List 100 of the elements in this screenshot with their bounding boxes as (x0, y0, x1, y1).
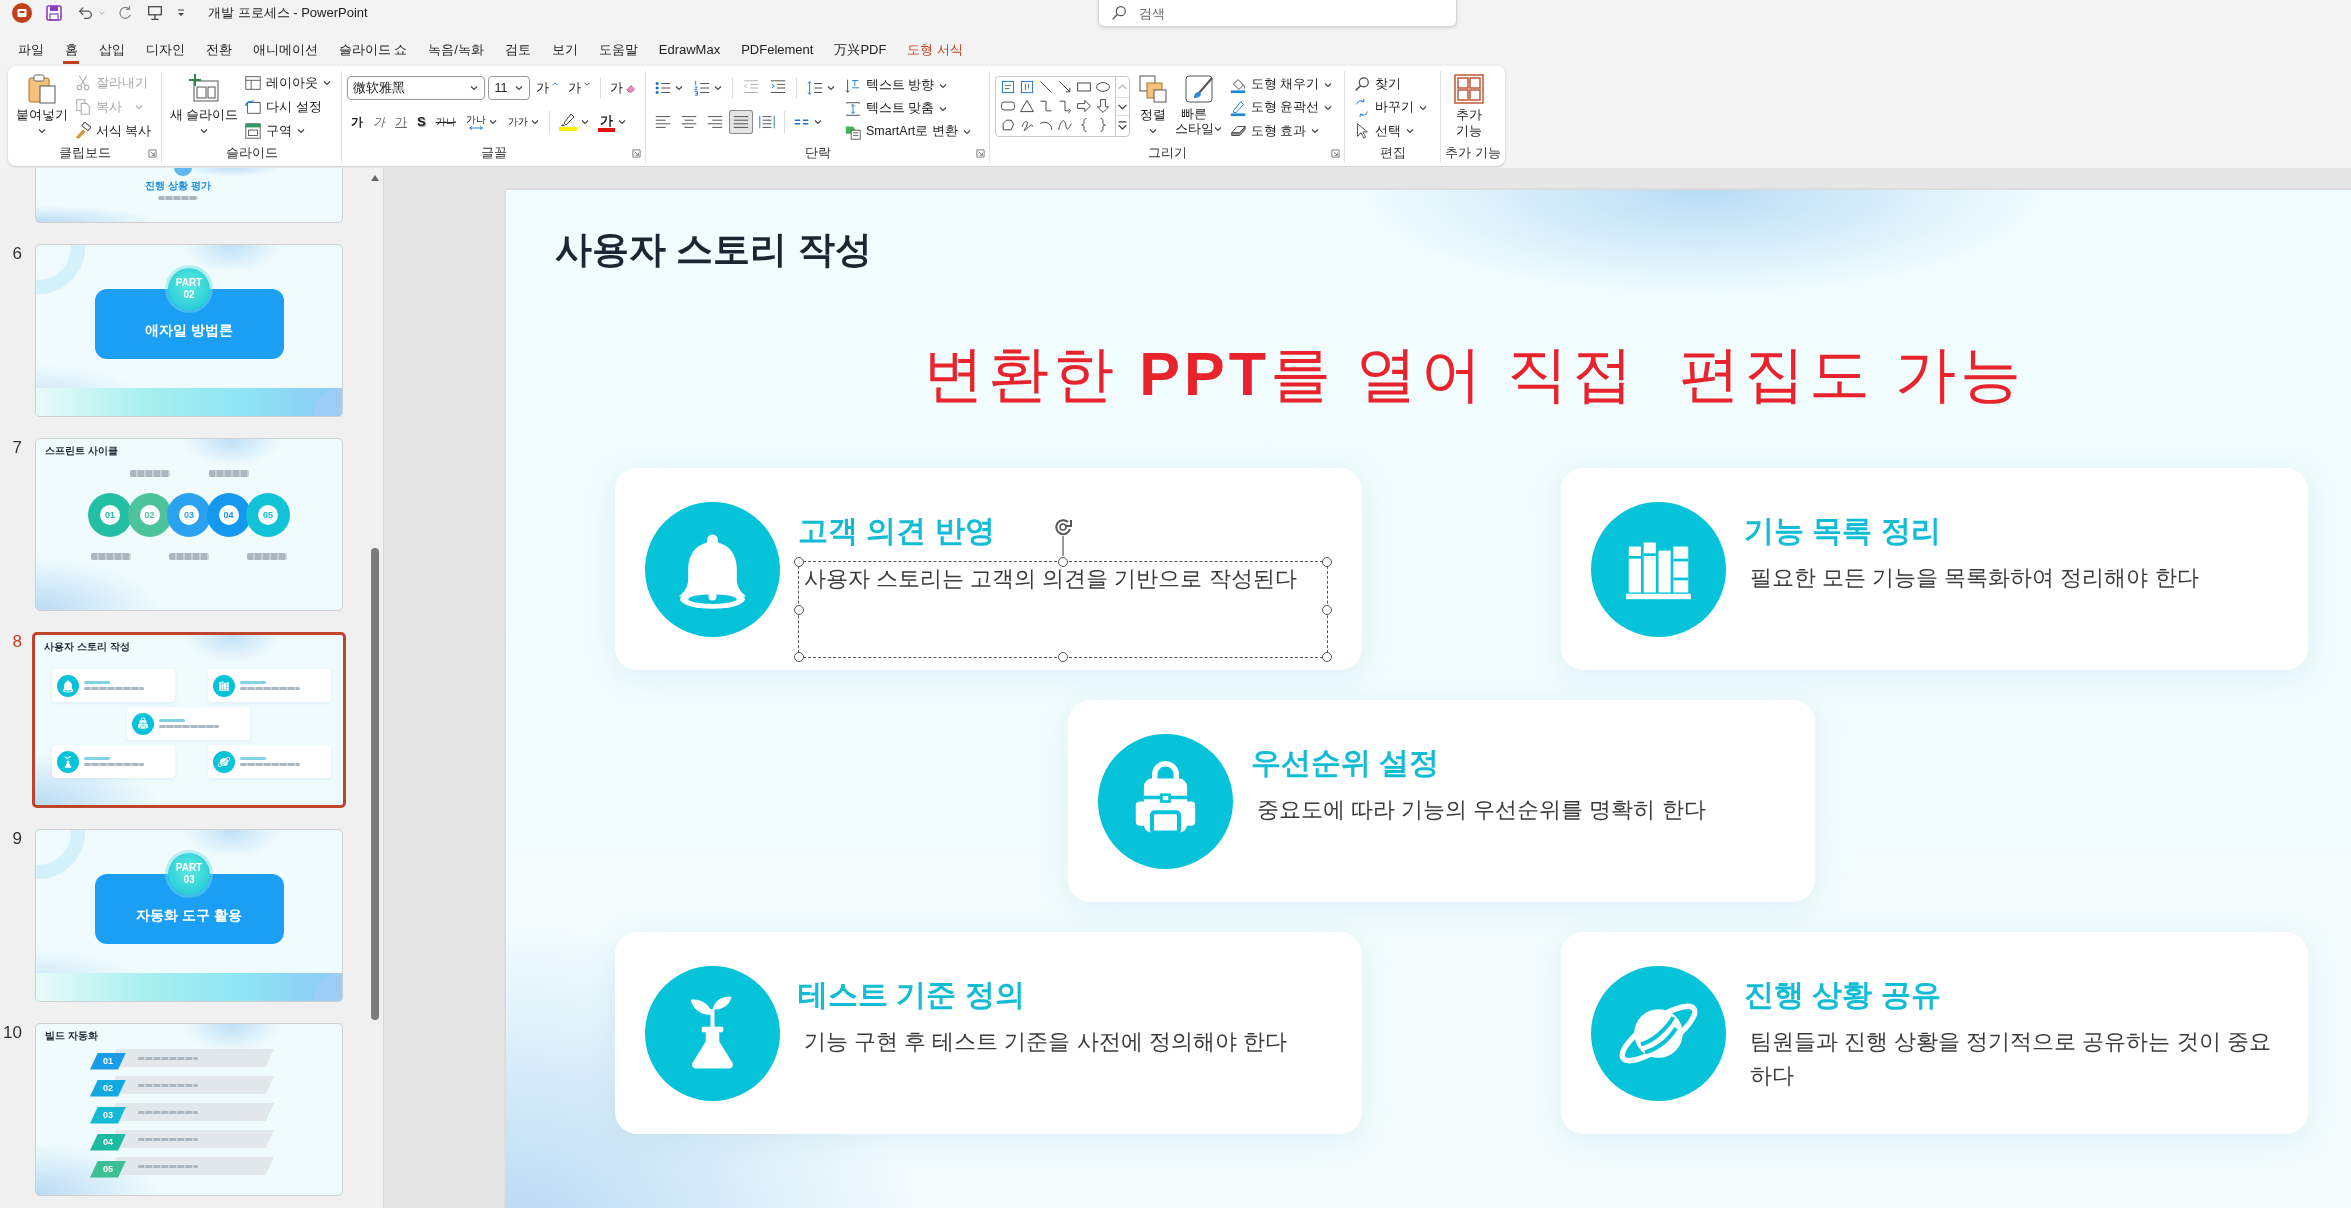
find-button[interactable]: 찾기 (1350, 73, 1431, 97)
select-button[interactable]: 선택 (1350, 119, 1431, 143)
shape-fill-button[interactable]: 도형 채우기 (1225, 73, 1336, 97)
italic-button[interactable]: 가 (369, 111, 389, 133)
shadow-button[interactable]: S (413, 111, 430, 133)
ribbon-tab[interactable]: 도형 서식 (896, 34, 974, 66)
slide-number: 10 (2, 1023, 22, 1043)
resize-handle[interactable] (1058, 557, 1068, 567)
clear-formatting-button[interactable]: 가 (607, 76, 640, 100)
resize-handle[interactable] (794, 557, 804, 567)
resize-handle[interactable] (794, 604, 804, 615)
shape-outline-button[interactable]: 도형 윤곽선 (1225, 96, 1336, 120)
ribbon-tab[interactable]: 삽입 (88, 34, 135, 66)
vertical-text-box-icon[interactable] (1019, 79, 1035, 95)
window-title: 개발 프로세스 - PowerPoint (208, 4, 368, 22)
card-title: 고객 의견 반영 (798, 513, 995, 549)
customize-caret-icon[interactable] (176, 8, 186, 18)
grow-font-button[interactable]: 가 (533, 76, 562, 100)
sprout-flask-icon (57, 750, 79, 773)
resize-handle[interactable] (1058, 652, 1068, 662)
quick-styles-button[interactable]: 빠른 스타일 (1172, 71, 1226, 143)
oval-icon[interactable] (1095, 79, 1111, 95)
section-title: 애자일 방법론 (145, 322, 233, 340)
resize-handle[interactable] (1322, 557, 1332, 567)
backpack-icon (132, 712, 154, 735)
arrange-button[interactable]: 정렬 (1134, 71, 1172, 143)
font-name-field[interactable]: 微软雅黑 (347, 76, 486, 100)
ribbon-tab[interactable]: 녹음/녹화 (417, 34, 495, 66)
ribbon-tab[interactable]: 万兴PDF (823, 34, 897, 66)
search-field[interactable]: 검색 (1098, 0, 1457, 27)
group-label: 추가 기능 (1445, 144, 1501, 162)
text-box-icon[interactable] (1000, 79, 1016, 95)
strikethrough-button[interactable]: 가나 (431, 111, 460, 133)
ribbon-tab[interactable]: 슬라이드 쇼 (328, 34, 418, 66)
undo-icon[interactable] (76, 4, 94, 22)
freeform-icon[interactable] (1000, 117, 1016, 133)
shape-effects-button[interactable]: 도형 효과 (1225, 119, 1336, 143)
reset-button[interactable]: 다시 설정 (241, 95, 336, 119)
slide-thumbnail[interactable]: 사용자 스토리 작성 (32, 632, 346, 808)
dialog-launcher-icon[interactable] (632, 148, 641, 158)
blurred-text (240, 687, 300, 690)
step-number: 04 (218, 505, 239, 525)
ribbon-tab[interactable]: 검토 (494, 34, 542, 66)
slide-thumbnail[interactable]: 빌드 자동화 01 02 03 04 05 (35, 1023, 343, 1196)
down-arrow-icon[interactable] (1095, 98, 1111, 114)
triangle-icon[interactable] (1019, 98, 1035, 114)
replace-button[interactable]: 바꾸기 (1350, 96, 1431, 120)
new-slide-button[interactable]: 새 슬라이드 (167, 71, 242, 143)
scroll-down-icon[interactable] (1116, 96, 1129, 117)
curve-icon[interactable] (1057, 117, 1073, 133)
font-size-field[interactable]: 11 (488, 76, 530, 100)
blurred-text (240, 757, 266, 760)
dialog-launcher-icon[interactable] (148, 148, 157, 158)
rotate-handle-icon[interactable] (1052, 517, 1074, 557)
app-logo-icon[interactable] (12, 3, 32, 23)
character-spacing-button[interactable]: 가나 (461, 110, 502, 134)
dialog-launcher-icon[interactable] (976, 148, 985, 158)
line-icon[interactable] (1038, 79, 1054, 95)
add-ins-button[interactable]: 추가 기능 (1450, 71, 1489, 143)
ribbon-tab[interactable]: 파일 (7, 34, 54, 66)
ribbon-tab[interactable]: 전환 (195, 34, 242, 66)
elbow-arrow-icon[interactable] (1057, 98, 1073, 114)
right-arrow-icon[interactable] (1076, 98, 1092, 114)
ribbon-tab[interactable]: 보기 (541, 34, 589, 66)
redo-icon[interactable] (116, 4, 134, 22)
elbow-connector-icon[interactable] (1038, 98, 1054, 114)
caret-icon (1212, 124, 1223, 134)
number-tag: 02 (90, 1079, 126, 1097)
underline-button[interactable]: 가 (391, 111, 411, 133)
ribbon-tab[interactable]: PDFelement (730, 34, 824, 66)
scrollbar-thumb[interactable] (371, 548, 379, 1020)
ribbon-tab[interactable]: 애니메이션 (242, 34, 328, 66)
save-icon[interactable] (44, 3, 64, 23)
dialog-launcher-icon[interactable] (1331, 148, 1340, 158)
shrink-font-button[interactable]: 가 (565, 76, 594, 100)
resize-handle[interactable] (1322, 652, 1332, 662)
text-direction-button[interactable]: 텍스트 방향 (841, 74, 975, 97)
monitor-icon[interactable] (146, 4, 164, 22)
resize-handle[interactable] (1322, 604, 1332, 615)
layout-button[interactable]: 레이아웃 (241, 71, 336, 95)
rectangle-icon[interactable] (1076, 79, 1092, 95)
ribbon-tab[interactable]: 디자인 (135, 34, 195, 66)
ribbon-tab[interactable]: EdrawMax (648, 34, 731, 66)
ribbon-tab[interactable]: 도움말 (588, 34, 649, 66)
bullet-list-icon (654, 79, 672, 97)
justify-button[interactable] (729, 110, 753, 134)
smartart-button[interactable]: SmartArt로 변환 (841, 120, 975, 143)
change-case-button[interactable]: 가가 (503, 111, 544, 133)
font-color-button[interactable]: 가 (594, 109, 630, 135)
paste-button[interactable]: 붙여넣기 (13, 71, 71, 143)
resize-handle[interactable] (794, 652, 804, 662)
slide-thumbnail[interactable]: 스프린트 사이클 01 02 03 04 05 (35, 438, 343, 611)
format-painter-button[interactable]: 서식 복사 (71, 119, 155, 143)
section-button[interactable]: 구역 (241, 119, 336, 143)
numbered-list-icon (693, 79, 711, 97)
align-text-button[interactable]: 텍스트 맞춤 (841, 97, 975, 120)
rounded-rectangle-icon[interactable] (1000, 98, 1016, 114)
arrange-icon (1137, 73, 1169, 105)
arrow-line-icon[interactable] (1057, 79, 1073, 95)
bold-button[interactable]: 가 (347, 111, 367, 133)
